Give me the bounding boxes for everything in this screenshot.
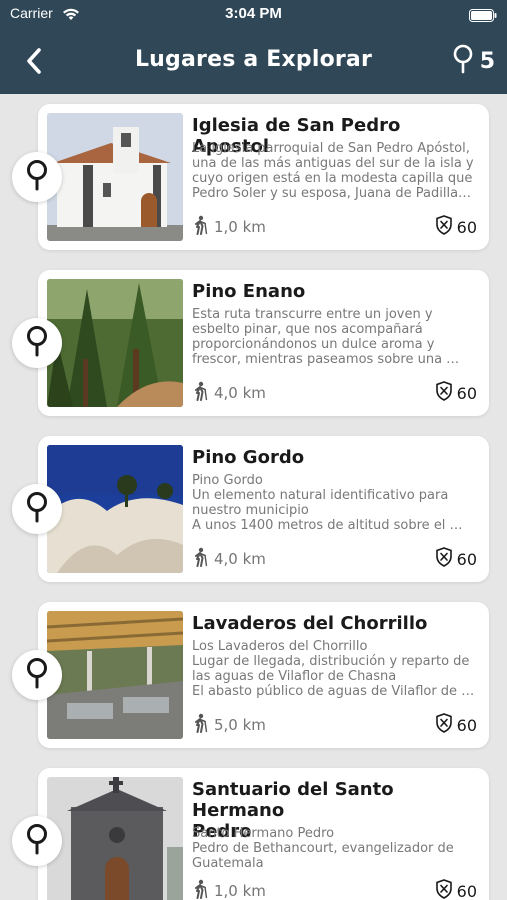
places-counter: 5 (452, 44, 495, 78)
places-count: 5 (479, 48, 495, 74)
hiker-icon (192, 381, 210, 405)
place-points: 60 (435, 879, 477, 900)
place-title: Pino Gordo (192, 447, 482, 468)
place-distance-value: 4,0 km (214, 384, 266, 402)
place-card[interactable]: Lavaderos del Chorrillo Los Lavaderos del… (38, 602, 489, 748)
place-description-line: Esta ruta transcurre entre un joven y (192, 307, 433, 322)
place-card[interactable]: Iglesia de San Pedro Apostol La iglesia p… (38, 104, 489, 250)
place-description-line: cuyo origen está en la modesta capilla q… (192, 171, 473, 186)
place-points-value: 60 (456, 881, 477, 900)
place-description-line: Pedro de Bethancourt, evangelizador de (192, 841, 454, 856)
map-pin-icon (25, 159, 49, 195)
hiker-icon (192, 879, 210, 900)
place-distance: 1,0 km (192, 215, 266, 239)
place-description-line: La iglesia parroquial de San Pedro Apóst… (192, 141, 470, 156)
place-description-line: Lugar de llegada, distribución y reparto… (192, 654, 470, 669)
place-distance: 1,0 km (192, 879, 266, 900)
place-distance-value: 5,0 km (214, 716, 266, 734)
place-points: 60 (435, 215, 477, 239)
church-photo (47, 113, 183, 241)
place-description-line: Un elemento natural identificativo para (192, 488, 449, 503)
place-description-line: Guatemala (192, 856, 264, 871)
map-pin-icon (25, 325, 49, 361)
place-pin-button[interactable] (12, 152, 62, 202)
place-points: 60 (435, 381, 477, 405)
place-title: Pino Enano (192, 281, 482, 302)
place-points-value: 60 (456, 217, 477, 237)
place-description: Santo Hermano Pedro Pedro de Bethancourt,… (192, 826, 482, 871)
nav-bar: Lugares a Explorar 5 (0, 28, 507, 94)
place-description: Los Lavaderos del Chorrillo Lugar de lleg… (192, 639, 482, 699)
place-description-line: esbelto pinar, que nos acompañará (192, 322, 423, 337)
place-description-line: Santo Hermano Pedro (192, 826, 335, 841)
status-bar: Carrier 3:04 PM (0, 0, 507, 28)
place-pin-button[interactable] (12, 484, 62, 534)
place-description-line: frescor, mientras paseamos sobre una … (192, 352, 460, 367)
place-title-line: Pino Gordo (192, 447, 305, 468)
sanctuary-photo (47, 777, 183, 900)
place-distance-value: 1,0 km (214, 882, 266, 900)
place-description-line: proporcionándonos un dulce aroma y (192, 337, 435, 352)
hiker-icon (192, 215, 210, 239)
place-points: 60 (435, 713, 477, 737)
place-points-value: 60 (456, 383, 477, 403)
map-pin-icon (25, 491, 49, 527)
place-distance-value: 1,0 km (214, 218, 266, 236)
place-description-line: Pedro Soler y su esposa, Juana de Padill… (192, 186, 472, 201)
hiker-icon (192, 713, 210, 737)
shield-icon (435, 547, 453, 571)
place-description: Esta ruta transcurre entre un joven y esb… (192, 307, 482, 367)
place-description: La iglesia parroquial de San Pedro Apóst… (192, 141, 482, 201)
place-points-value: 60 (456, 715, 477, 735)
place-description-line: A unos 1400 metros de altitud sobre el … (192, 518, 463, 533)
place-distance: 5,0 km (192, 713, 266, 737)
place-pin-button[interactable] (12, 816, 62, 866)
rock-landscape-photo (47, 445, 183, 573)
battery-icon (469, 7, 497, 26)
place-points: 60 (435, 547, 477, 571)
status-time: 3:04 PM (225, 5, 282, 22)
page-title: Lugares a Explorar (134, 47, 373, 72)
shield-icon (435, 713, 453, 737)
place-description-line: las aguas de Vilaflor de Chasna (192, 669, 397, 684)
place-card[interactable]: Pino Enano Esta ruta transcurre entre un … (38, 270, 489, 416)
place-title-line: Lavaderos del Chorrillo (192, 613, 428, 634)
place-description-line: Los Lavaderos del Chorrillo (192, 639, 368, 654)
place-description: Pino Gordo Un elemento natural identifica… (192, 473, 482, 533)
place-description-line: una de las más antiguas del sur de la is… (192, 156, 474, 171)
shield-icon (435, 381, 453, 405)
place-pin-button[interactable] (12, 318, 62, 368)
pine-forest-photo (47, 279, 183, 407)
map-pin-icon (25, 657, 49, 693)
place-pin-button[interactable] (12, 650, 62, 700)
map-pin-icon (452, 44, 474, 78)
place-points-value: 60 (456, 549, 477, 569)
place-title-line: Santuario del Santo Hermano (192, 779, 394, 821)
shield-icon (435, 215, 453, 239)
places-list[interactable]: Iglesia de San Pedro Apostol La iglesia p… (0, 94, 507, 900)
map-pin-icon (25, 823, 49, 859)
place-card[interactable]: Pino Gordo Pino Gordo Un elemento natural … (38, 436, 489, 582)
shield-icon (435, 879, 453, 900)
place-title-line: Pino Enano (192, 281, 306, 302)
place-distance: 4,0 km (192, 547, 266, 571)
wash-house-photo (47, 611, 183, 739)
place-card[interactable]: Santuario del Santo Hermano Pedro Santo He… (38, 768, 489, 900)
place-description-line: Pino Gordo (192, 473, 263, 488)
place-title: Lavaderos del Chorrillo (192, 613, 482, 634)
place-distance-value: 4,0 km (214, 550, 266, 568)
place-distance: 4,0 km (192, 381, 266, 405)
place-description-line: El abasto público de aguas de Vilaflor d… (192, 684, 475, 699)
hiker-icon (192, 547, 210, 571)
place-description-line: nuestro municipio (192, 503, 309, 518)
